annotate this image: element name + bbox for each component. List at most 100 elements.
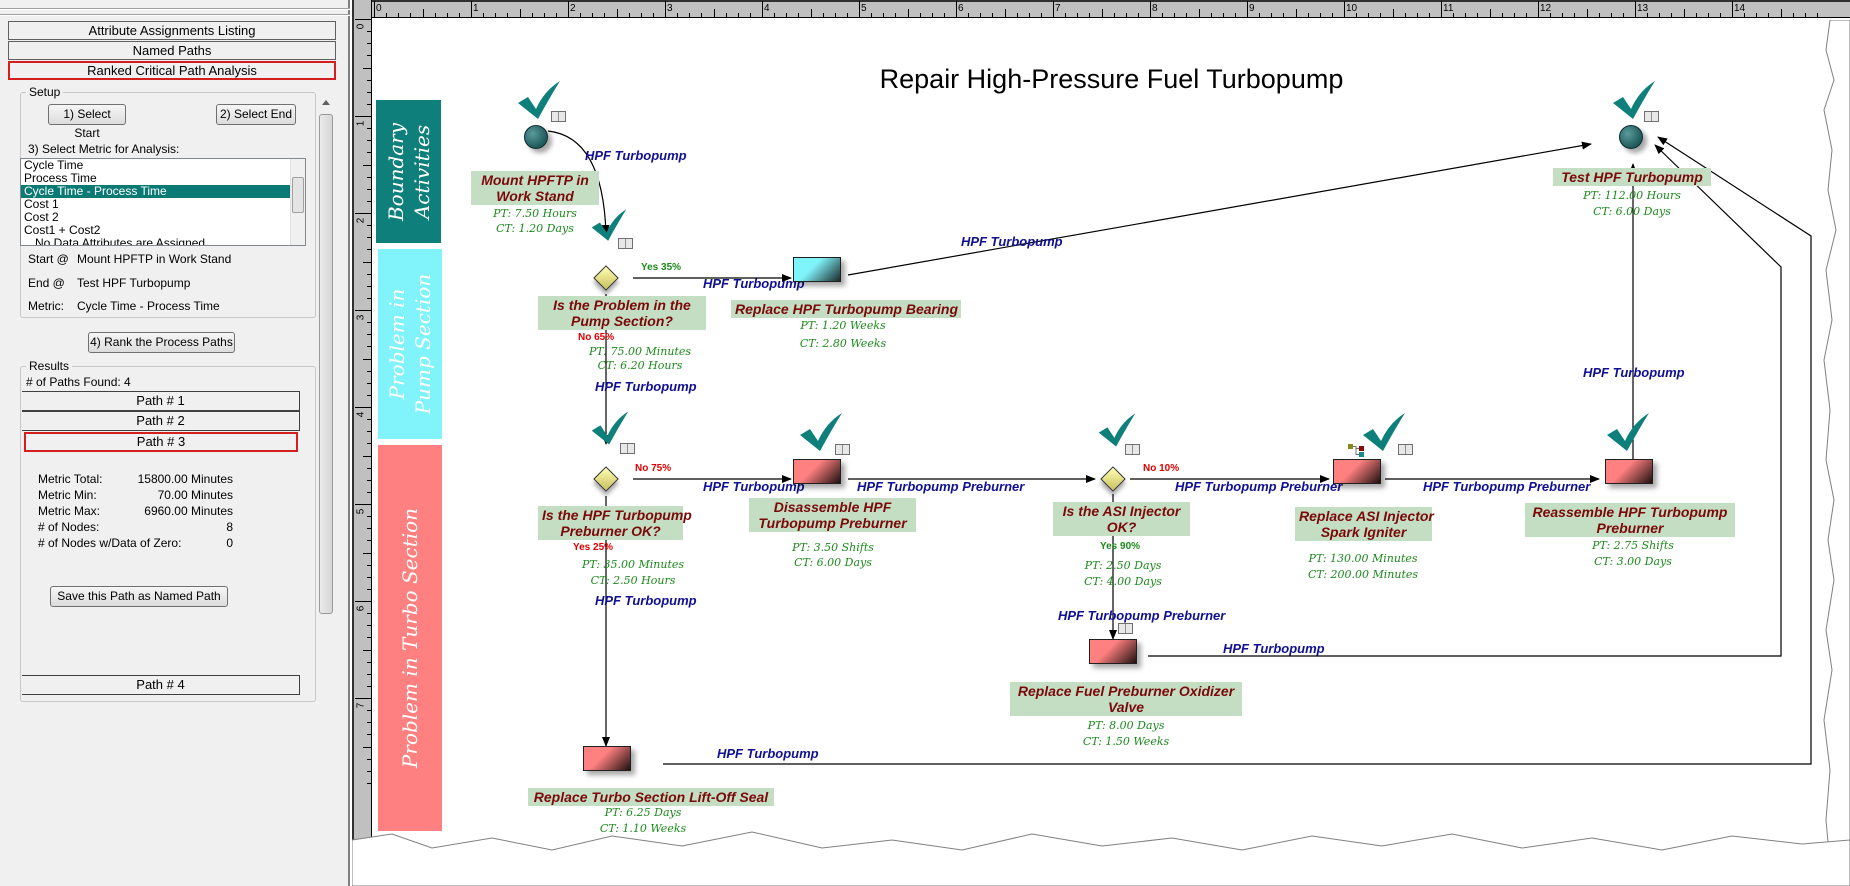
tab-attribute-assignments-listing[interactable]: Attribute Assignments Listing: [8, 21, 336, 40]
node-label-preburner-question[interactable]: Is the HPF Turbopump Preburner OK?: [538, 506, 692, 540]
ruler-tick: [1598, 13, 1600, 17]
ruler-tick: [859, 1, 860, 17]
task-node[interactable]: [1605, 459, 1653, 484]
end-value: Test HPF Turbopump: [77, 276, 191, 290]
panel-scrollbar[interactable]: [318, 96, 335, 866]
tab-ranked-critical-path-analysis[interactable]: Ranked Critical Path Analysis: [8, 61, 336, 80]
ruler-tick: [1647, 13, 1649, 17]
path-row-3[interactable]: Path # 3: [24, 432, 298, 452]
drawing-surface[interactable]: Repair High-Pressure Fuel Turbopump Boun…: [373, 19, 1850, 886]
ruler-tick: [1586, 9, 1588, 17]
node-label-test-turbopump[interactable]: Test HPF Turbopump: [1553, 168, 1711, 186]
ruler-tick: [363, 455, 371, 457]
process-time: PT: 35.00 Minutes: [581, 558, 685, 571]
ruler-tick: [1453, 13, 1455, 17]
scroll-up-icon[interactable]: [322, 100, 330, 105]
task-node[interactable]: [793, 257, 841, 282]
scrollbar-thumb[interactable]: [319, 114, 333, 614]
ruler-tick: [1635, 1, 1636, 17]
end-node[interactable]: [1619, 125, 1643, 149]
ruler-tick: [367, 722, 371, 724]
ruler-tick: [628, 13, 630, 17]
ruler-tick: [1162, 13, 1164, 17]
ruler-tick: [355, 19, 371, 20]
select-start-button[interactable]: 1) Select Start: [48, 104, 126, 140]
edge-bearing-to-test[interactable]: [847, 141, 1592, 276]
node-label-liftoff-seal[interactable]: Replace Turbo Section Lift-Off Seal: [528, 788, 774, 806]
ruler-tick: [1744, 13, 1746, 17]
cycle-time: CT: 200.00 Minutes: [1307, 568, 1419, 581]
label-line: Reassemble HPF Turbopump: [1532, 504, 1728, 520]
ruler-tick: [1792, 13, 1794, 17]
rank-process-paths-button[interactable]: 4) Rank the Process Paths: [88, 332, 235, 353]
ruler-tick: [992, 13, 994, 17]
path-row-2[interactable]: Path # 2: [22, 411, 300, 431]
ruler-tick-label: 4: [764, 3, 770, 14]
start-node[interactable]: [524, 125, 548, 149]
ruler-tick: [355, 601, 371, 602]
document-icon[interactable]: [1125, 444, 1140, 455]
task-node[interactable]: [583, 746, 631, 771]
document-icon[interactable]: [1118, 623, 1133, 634]
ruler-tick: [1804, 13, 1806, 17]
edge-label: HPF Turbopump: [595, 593, 697, 608]
path-row-4[interactable]: Path # 4: [22, 675, 300, 695]
metric-option-selected[interactable]: Cycle Time - Process Time: [21, 185, 305, 198]
ruler-tick: [367, 103, 371, 105]
label-line: Spark Igniter: [1320, 524, 1407, 540]
ruler-tick: [367, 673, 371, 675]
ruler-tick: [367, 370, 371, 372]
ruler-tick: [367, 661, 371, 663]
ruler-tick: [1247, 1, 1248, 17]
select-end-button[interactable]: 2) Select End: [216, 104, 296, 125]
ruler-tick: [1016, 13, 1018, 17]
ruler-tick: [367, 394, 371, 396]
node-label-asi-replace[interactable]: Replace ASI Injector Spark Igniter: [1295, 507, 1434, 541]
node-label-disassemble[interactable]: Disassemble HPF Turbopump Preburner: [749, 498, 916, 532]
stat-node-count-label: # of Nodes:: [38, 520, 100, 534]
node-label-reassemble[interactable]: Reassemble HPF Turbopump Preburner: [1525, 503, 1735, 537]
ruler-tick: [367, 346, 371, 348]
ruler-tick: [422, 9, 424, 17]
metric-option[interactable]: No Data Attributes are Assigned: [21, 237, 305, 246]
document-icon[interactable]: [618, 238, 633, 249]
ruler-tick: [367, 188, 371, 190]
task-node[interactable]: [1089, 639, 1137, 664]
metric-list-scrollbar[interactable]: [290, 159, 305, 245]
document-icon[interactable]: [551, 111, 566, 122]
document-icon[interactable]: [1398, 444, 1413, 455]
metric-listbox[interactable]: Cycle Time Process Time Cycle Time - Pro…: [20, 158, 306, 246]
ruler-tick: [1210, 13, 1212, 17]
metric-option[interactable]: Cost 1: [21, 198, 305, 211]
document-icon[interactable]: [1644, 111, 1659, 122]
ruler-tick: [367, 613, 371, 615]
ruler-tick-label: 2: [355, 217, 367, 224]
document-icon[interactable]: [835, 444, 850, 455]
edge-oxidizer-to-test[interactable]: [1148, 144, 1782, 657]
scrollbar-thumb[interactable]: [292, 177, 304, 213]
task-node[interactable]: [1333, 459, 1381, 484]
ruler-tick: [367, 79, 371, 81]
node-label-mount-hpftp[interactable]: Mount HPFTP in Work Stand: [471, 171, 599, 205]
node-label-oxidizer[interactable]: Replace Fuel Preburner Oxidizer Valve: [1010, 682, 1242, 716]
label-line: Replace Turbo Section Lift-Off Seal: [533, 789, 769, 805]
ruler-tick: [367, 540, 371, 542]
ruler-tick: [1501, 13, 1503, 17]
tab-named-paths[interactable]: Named Paths: [8, 41, 336, 60]
ruler-tick-label: 7: [1055, 3, 1061, 14]
ruler-tick: [367, 91, 371, 93]
node-label-asi-question[interactable]: Is the ASI Injector OK?: [1053, 502, 1190, 536]
ruler-tick: [1525, 13, 1527, 17]
diagram-canvas[interactable]: 0 1 2 3 4 5 6 7 8 9 10 11 12 13 14 01234567 Repair Hig…: [352, 0, 1850, 886]
ruler-tick: [1380, 13, 1382, 17]
save-path-button[interactable]: Save this Path as Named Path: [50, 586, 228, 607]
node-label-bearing[interactable]: Replace HPF Turbopump Bearing: [731, 300, 961, 318]
task-node[interactable]: [793, 459, 841, 484]
path-row-1[interactable]: Path # 1: [22, 391, 300, 411]
document-icon[interactable]: [620, 443, 635, 454]
ruler-tick: [592, 13, 594, 17]
node-label-pump-question[interactable]: Is the Problem in the Pump Section?: [538, 296, 706, 330]
label-line: Replace HPF Turbopump Bearing: [735, 301, 958, 317]
ruler-tick: [1259, 13, 1261, 17]
ruler-tick: [367, 479, 371, 481]
